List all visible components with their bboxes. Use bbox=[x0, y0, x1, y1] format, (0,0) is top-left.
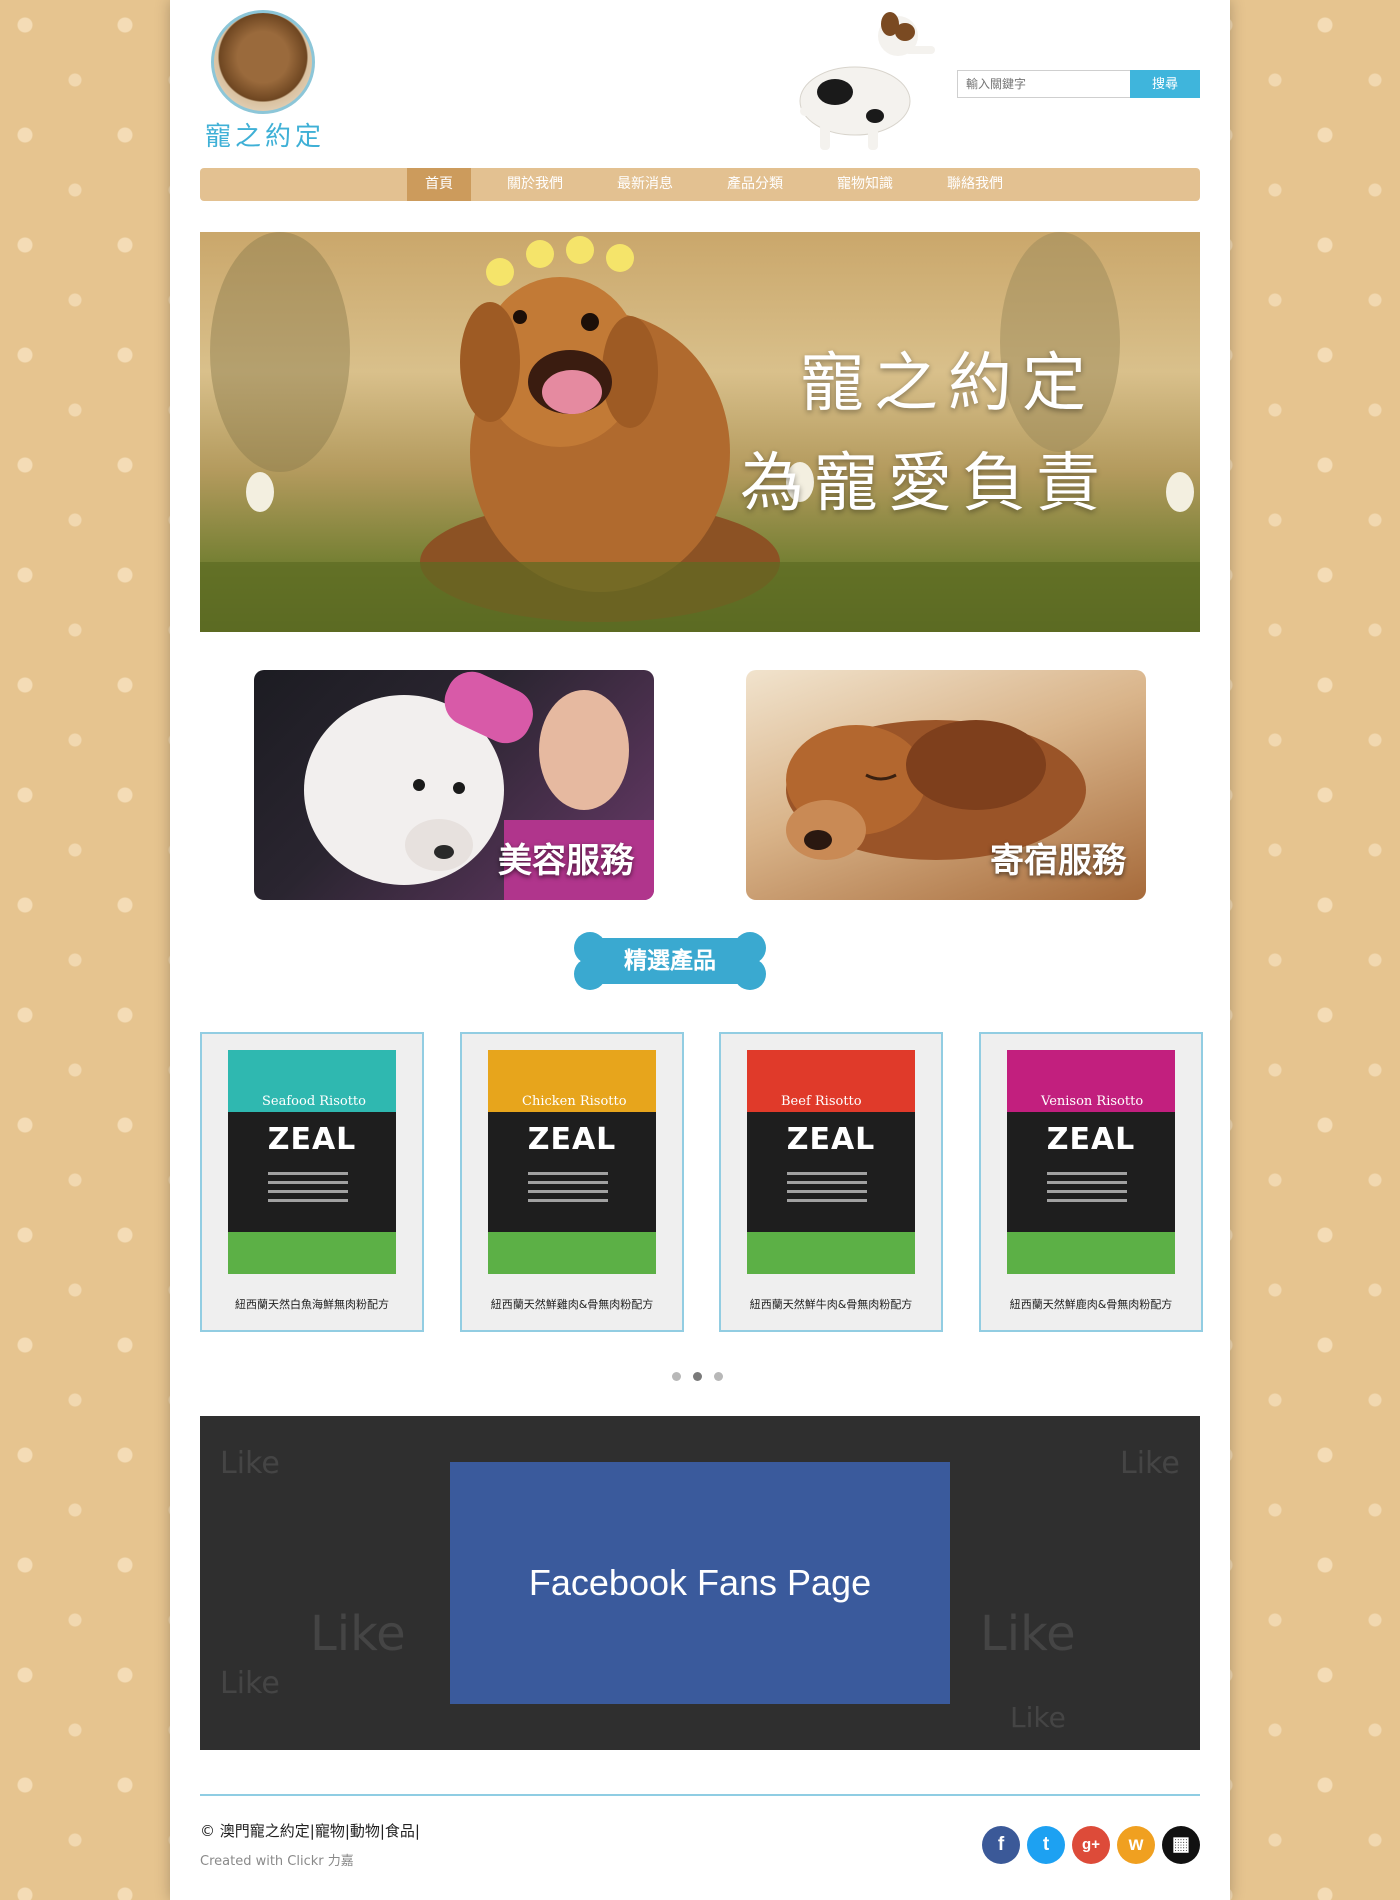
like-watermark: Like bbox=[980, 1606, 1076, 1662]
pack-flavor-label: Venison Risotto bbox=[1041, 1094, 1144, 1109]
product-package-image: Chicken Risotto ZEAL bbox=[488, 1050, 656, 1274]
search-button[interactable]: 搜尋 bbox=[1130, 70, 1200, 98]
logo-text: 寵之約定 bbox=[205, 122, 326, 152]
facebook-banner[interactable]: Like Like Like Like Like Like Facebook F… bbox=[200, 1416, 1200, 1750]
carousel-pagination bbox=[672, 1372, 735, 1381]
logo-poodle-image bbox=[211, 10, 315, 114]
like-watermark: Like bbox=[1120, 1446, 1180, 1481]
pack-brand-label: ZEAL bbox=[1046, 1122, 1136, 1157]
product-card[interactable]: Chicken Risotto ZEAL 紐西蘭天然鮮雞肉&骨無肉粉配方 bbox=[460, 1032, 684, 1332]
nav-item-about[interactable]: 關於我們 bbox=[489, 168, 581, 201]
hero-banner[interactable]: 寵之約定 為寵愛負責 bbox=[200, 232, 1200, 632]
pack-brand-label: ZEAL bbox=[527, 1122, 617, 1157]
like-watermark: Like bbox=[1010, 1701, 1066, 1734]
site-logo[interactable]: 寵之約定 bbox=[205, 10, 326, 153]
product-package-image: Seafood Risotto ZEAL bbox=[228, 1050, 396, 1274]
like-watermark: Like bbox=[220, 1666, 280, 1701]
like-watermark: Like bbox=[220, 1446, 280, 1481]
nav-item-contact[interactable]: 聯絡我們 bbox=[929, 168, 1021, 201]
header-dog-illustration bbox=[799, 12, 935, 150]
footer-divider bbox=[200, 1794, 1200, 1796]
product-name[interactable]: 紐西蘭天然鮮雞肉&骨無肉粉配方 bbox=[462, 1296, 682, 1312]
main-nav: 首頁 關於我們 最新消息 產品分類 寵物知識 聯絡我們 bbox=[200, 168, 1200, 201]
qr-code-icon[interactable]: ▦ bbox=[1162, 1826, 1200, 1864]
carousel-dot[interactable] bbox=[672, 1372, 681, 1381]
product-card[interactable]: Venison Risotto ZEAL 紐西蘭天然鮮鹿肉&骨無肉粉配方 bbox=[979, 1032, 1203, 1332]
nav-item-categories[interactable]: 產品分類 bbox=[709, 168, 801, 201]
footer-credit: Created with Clickr 力嘉 bbox=[200, 1854, 354, 1869]
facebook-icon[interactable]: f bbox=[982, 1826, 1020, 1864]
product-package-image: Beef Risotto ZEAL bbox=[747, 1050, 915, 1274]
product-name[interactable]: 紐西蘭天然白魚海鮮無肉粉配方 bbox=[202, 1296, 422, 1312]
pack-flavor-label: Seafood Risotto bbox=[262, 1094, 366, 1109]
hero-slogan-line2: 為寵愛負責 bbox=[740, 447, 1110, 521]
pack-brand-label: ZEAL bbox=[786, 1122, 876, 1157]
google-plus-icon[interactable]: g+ bbox=[1072, 1826, 1110, 1864]
footer-copyright: © 澳門寵之約定|寵物|動物|食品| bbox=[200, 1822, 420, 1840]
page-container: 寵之約定 搜尋 首頁 關於我們 最新消息 產品分類 寵物知識 聯絡我們 bbox=[170, 0, 1230, 1900]
search-input[interactable] bbox=[957, 70, 1131, 98]
boarding-service-label: 寄宿服務 bbox=[990, 841, 1126, 881]
featured-products-title-text: 精選產品 bbox=[624, 948, 716, 974]
product-name[interactable]: 紐西蘭天然鮮牛肉&骨無肉粉配方 bbox=[721, 1296, 941, 1312]
twitter-icon[interactable]: t bbox=[1027, 1826, 1065, 1864]
weibo-icon[interactable]: w bbox=[1117, 1826, 1155, 1864]
product-card[interactable]: Seafood Risotto ZEAL 紐西蘭天然白魚海鮮無肉粉配方 bbox=[200, 1032, 424, 1332]
grooming-service-card[interactable]: 美容服務 bbox=[254, 670, 654, 900]
boarding-service-card[interactable]: 寄宿服務 bbox=[746, 670, 1146, 900]
hero-slogan: 寵之約定 為寵愛負責 bbox=[740, 332, 1110, 524]
nav-item-knowledge[interactable]: 寵物知識 bbox=[819, 168, 911, 201]
facebook-fans-page-label: Facebook Fans Page bbox=[528, 1562, 872, 1603]
pack-flavor-label: Chicken Risotto bbox=[522, 1094, 627, 1109]
facebook-fans-page-link[interactable]: Facebook Fans Page bbox=[450, 1462, 950, 1704]
pack-brand-label: ZEAL bbox=[267, 1122, 357, 1157]
carousel-dot-active[interactable] bbox=[693, 1372, 702, 1381]
product-card[interactable]: Beef Risotto ZEAL 紐西蘭天然鮮牛肉&骨無肉粉配方 bbox=[719, 1032, 943, 1332]
pack-flavor-label: Beef Risotto bbox=[781, 1094, 862, 1109]
nav-item-home[interactable]: 首頁 bbox=[407, 168, 471, 201]
product-name[interactable]: 紐西蘭天然鮮鹿肉&骨無肉粉配方 bbox=[981, 1296, 1201, 1312]
featured-products-title: 精選產品 bbox=[572, 932, 768, 990]
like-watermark: Like bbox=[310, 1606, 406, 1662]
hero-slogan-line1: 寵之約定 bbox=[800, 347, 1096, 421]
nav-item-news[interactable]: 最新消息 bbox=[599, 168, 691, 201]
social-links: f t g+ w ▦ bbox=[982, 1826, 1207, 1864]
product-package-image: Venison Risotto ZEAL bbox=[1007, 1050, 1175, 1274]
grooming-service-label: 美容服務 bbox=[498, 841, 634, 881]
carousel-dot[interactable] bbox=[714, 1372, 723, 1381]
